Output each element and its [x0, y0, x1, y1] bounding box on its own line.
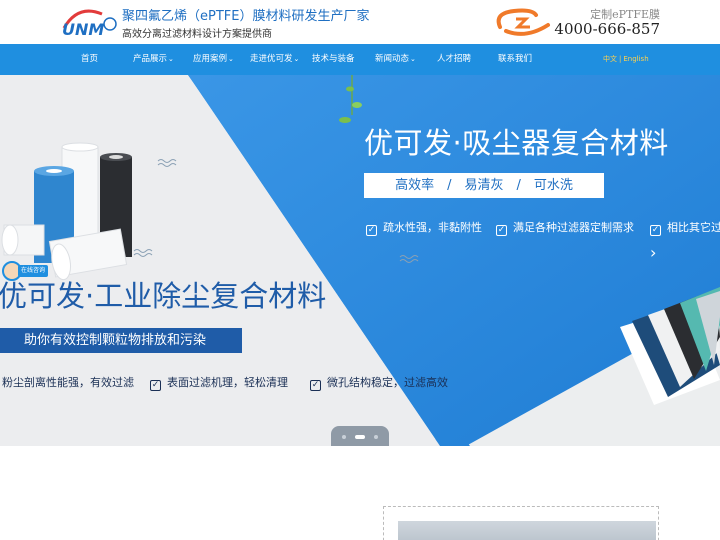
feature-item: 粉尘剖离性能强，有效过滤 [2, 376, 134, 389]
chevron-down-icon: ⌄ [228, 55, 234, 63]
nav-item-news[interactable]: 新闻动态⌄ [375, 44, 416, 75]
hero-banner[interactable]: 优可发·吸尘器复合材料 高效率 / 易清灰 / 可水洗 ✓ 疏水性强，非黏附性 ✓… [0, 75, 720, 446]
feature-item: ✓ 相比其它过 [650, 221, 720, 236]
nav-item-tech[interactable]: 技术与装备 [312, 44, 355, 75]
slider-pagination [331, 426, 389, 446]
slider-dot[interactable] [342, 435, 346, 439]
alibaba-logo-icon[interactable] [492, 5, 554, 39]
slider-dot-active[interactable] [355, 435, 365, 439]
lang-zh-link[interactable]: 中文 [603, 55, 617, 63]
nav-item-cases[interactable]: 应用案例⌄ [193, 44, 234, 75]
banner-tagline-box: 高效率 / 易清灰 / 可水洗 [364, 173, 604, 198]
brand-title: 聚四氟乙烯（ePTFE）膜材料研发生产厂家 [122, 9, 370, 24]
feature-item: ✓ 疏水性强，非黏附性 [366, 221, 482, 236]
nav-item-jobs[interactable]: 人才招聘 [437, 44, 471, 75]
chat-label: 在线咨询 [18, 265, 49, 277]
feature-item: ✓ 满足各种过滤器定制需求 [496, 221, 634, 236]
checkbox-icon: ✓ [650, 225, 661, 236]
page: UNM 聚四氟乙烯（ePTFE）膜材料研发生产厂家 高效分离过滤材料设计方案提供… [0, 0, 720, 540]
main-nav: 首页 产品展示⌄ 应用案例⌄ 走进优可发⌄ 技术与装备 新闻动态⌄ 人才招聘 联… [0, 44, 720, 75]
chevron-down-icon: ⌄ [168, 55, 174, 63]
nav-item-contact[interactable]: 联系我们 [498, 44, 532, 75]
nav-item-home[interactable]: 首页 [81, 44, 98, 75]
nav-item-products[interactable]: 产品展示⌄ [133, 44, 174, 75]
checkbox-icon: ✓ [150, 380, 161, 391]
nav-item-about[interactable]: 走进优可发⌄ [250, 44, 299, 75]
chevron-down-icon: ⌄ [410, 55, 416, 63]
unm-logo[interactable]: UNM [60, 8, 118, 38]
checkbox-icon: ✓ [366, 225, 377, 236]
slider-dot[interactable] [374, 435, 378, 439]
svg-text:UNM: UNM [62, 20, 104, 38]
site-header: UNM 聚四氟乙烯（ePTFE）膜材料研发生产厂家 高效分离过滤材料设计方案提供… [0, 0, 720, 44]
brand-subtitle: 高效分离过滤材料设计方案提供商 [122, 29, 272, 40]
banner-slogan-box: 助你有效控制颗粒物排放和污染 [0, 328, 242, 353]
feature-item: ✓ 表面过滤机理，轻松清理 [150, 376, 288, 391]
hotline-number[interactable]: 4000-666-857 [554, 20, 660, 38]
chevron-down-icon: ⌄ [293, 55, 300, 63]
language-switch: 中文 | English [603, 44, 649, 75]
checkbox-icon: ✓ [496, 225, 507, 236]
checkbox-icon: ✓ [310, 380, 321, 391]
content-image[interactable] [398, 521, 656, 540]
feature-item: ✓ 微孔结构稳定，过滤高效 [310, 376, 448, 391]
lang-separator: | [619, 55, 622, 63]
online-chat-widget[interactable]: 在线咨询 [2, 261, 52, 281]
chevron-right-icon[interactable]: › [650, 243, 656, 262]
lang-en-link[interactable]: English [623, 55, 648, 63]
banner-title-vacuum: 优可发·吸尘器复合材料 [364, 126, 669, 160]
